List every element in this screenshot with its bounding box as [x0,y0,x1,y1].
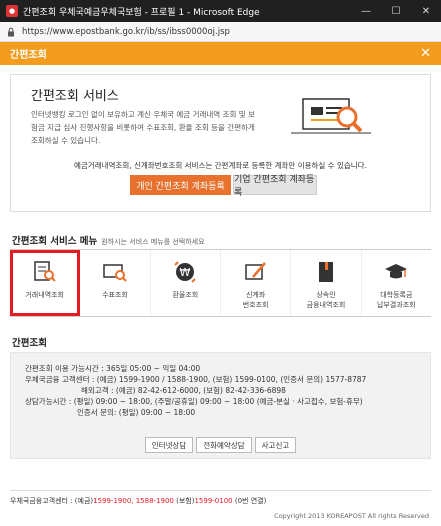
minimize-button[interactable]: — [351,0,381,22]
window-title: 간편조회 우체국예금우체국보험 - 프로필 1 - Microsoft Edge [23,7,260,18]
info-title: 간편조회 [12,338,47,349]
address-bar[interactable]: https://www.epostbank.go.kr/ib/ss/ibss00… [0,22,441,42]
graduation-cap-icon [385,264,408,279]
account-edit-icon [244,262,266,280]
service-menu: 거래내역조회 수표조회 ₩ 환율조회 신계좌 번호조회 상속인 금융내역조회 대… [10,249,431,317]
footer-divider [10,490,431,491]
popup-close-button[interactable]: ✕ [420,46,431,61]
intro-title: 간편조회 서비스 [31,89,119,104]
info-box: 간편조회 이용 가능시간 : 365일 05:00 ~ 익일 04:00 우체국… [10,352,431,459]
accident-report-button[interactable]: 사고신고 [254,437,297,453]
intro-description: 인터넷뱅킹 로그인 없이 보유하고 계신 우체국 예금 거래내역 조회 및 보험… [31,110,255,145]
info-line-cert: 인증서 문의: (평일) 09:00 ~ 18:00 [77,408,196,417]
footer-contact: 우체국금융고객센터 : (예금)1599-1900, 1588-1900 (보험… [10,496,266,506]
menu-item-inheritance[interactable]: 상속인 금융내역조회 [291,250,362,316]
info-line-call-center: 우체국금융 고객센터 : (예금) 1599-1900 / 1588-1900,… [25,375,367,384]
info-line-overseas: 해외고객 : (예금) 82-42-612-6000, (보험) 82-42-3… [81,386,286,395]
copyright: Copyright 2013 KOREAPOST All rights Rese… [274,512,429,520]
menu-heading: 간편조회 서비스 메뉴 원하시는 서비스 메뉴를 선택하세요 [12,233,205,247]
footer-deposit-phones: 1599-1900, 1588-1900 [93,497,174,505]
app-icon: ● [6,5,18,17]
lock-icon [8,27,14,36]
info-line-hours: 간편조회 이용 가능시간 : 365일 05:00 ~ 익일 04:00 [25,364,201,373]
menu-item-transaction-history[interactable]: 거래내역조회 [10,250,81,316]
info-line-consult-hours: 상담가능시간 : (평일) 09:00 ~ 18:00, (주말/공휴일) 09… [25,397,363,406]
footer-prefix: 우체국금융고객센터 : (예금) [10,497,94,505]
check-search-icon [103,264,127,282]
url-text: https://www.epostbank.go.kr/ib/ss/ibss00… [22,26,230,37]
footer-suffix: (0번 연결) [234,497,267,505]
intro-notice: 예금거래내역조회, 신계좌번호조회 서비스는 간편계좌로 등록한 계좌만 이용하… [74,161,367,170]
footer-insurance-phone: 1599-0100 [194,497,233,505]
menu-item-label: 거래내역조회 [25,291,64,299]
personal-register-button[interactable]: 개인 간편조회 계좌등록 [130,175,231,195]
document-search-icon [33,261,56,282]
popup-title: 간편조회 [10,50,47,61]
menu-item-label: 수표조회 [102,291,128,299]
corporate-register-button[interactable]: 기업 간편조회 계좌등록 [233,175,317,198]
info-buttons: 인터넷상담 전화예약상담 사고신고 [11,437,430,453]
intro-card: 간편조회 서비스 인터넷뱅킹 로그인 없이 보유하고 계신 우체국 예금 거래내… [10,74,431,212]
menu-subtitle: 원하시는 서비스 메뉴를 선택하세요 [101,238,205,246]
maximize-button[interactable]: ☐ [381,0,411,22]
window-titlebar: ● 간편조회 우체국예금우체국보험 - 프로필 1 - Microsoft Ed… [0,0,441,22]
menu-item-label: 환율조회 [172,291,199,299]
internet-consult-button[interactable]: 인터넷상담 [144,437,194,453]
menu-item-label: 상속인 금융내역조회 [306,291,346,309]
search-illustration-icon [291,98,371,134]
menu-item-label: 신계좌 번호조회 [242,291,269,309]
won-coin-icon: ₩ [174,261,197,283]
menu-item-new-account-number[interactable]: 신계좌 번호조회 [221,250,292,316]
book-icon [318,262,333,282]
svg-text:₩: ₩ [180,266,191,279]
footer-mid: (보험) [176,497,195,505]
menu-item-check-inquiry[interactable]: 수표조회 [80,250,151,316]
phone-reservation-button[interactable]: 전화예약상담 [196,437,252,453]
menu-item-tuition[interactable]: 대학등록금 납부결과조회 [362,250,431,316]
popup-header: 간편조회 ✕ [0,42,441,65]
menu-title: 간편조회 서비스 메뉴 [12,236,98,247]
window-close-button[interactable]: ✕ [411,0,441,22]
menu-item-label: 대학등록금 납부결과조회 [376,291,416,309]
menu-item-exchange-rate[interactable]: ₩ 환율조회 [151,250,221,316]
